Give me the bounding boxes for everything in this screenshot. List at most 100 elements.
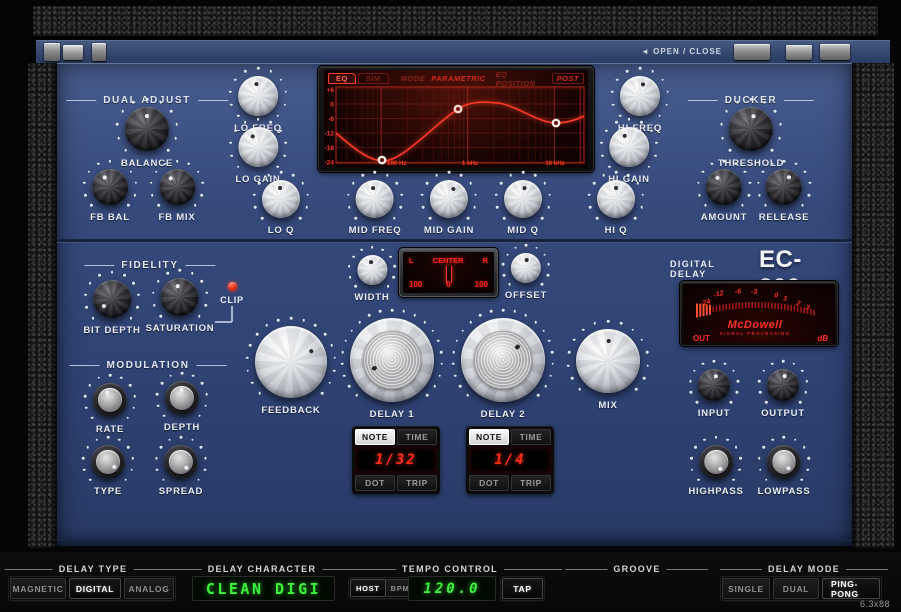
- rate-label: RATE: [96, 424, 124, 435]
- delay-type-analog[interactable]: ANALOG: [124, 578, 174, 599]
- latch-right-1[interactable]: [734, 44, 770, 60]
- vu-brand: McDowell: [728, 319, 783, 331]
- mid-freq-label: MID FREQ: [349, 225, 402, 236]
- highpass-knob-unit: HIGHPASS: [688, 445, 743, 497]
- eq-mode-label: MODE: [401, 74, 426, 83]
- type-label: TYPE: [94, 486, 122, 497]
- delay-type-magnetic[interactable]: MAGNETIC: [10, 578, 66, 599]
- mix-knob[interactable]: [576, 329, 640, 393]
- panel-bottom-seam: [57, 539, 852, 541]
- mid-gain-knob[interactable]: [430, 180, 468, 218]
- lowpass-knob[interactable]: [767, 445, 801, 479]
- fb-bal-knob-unit: FB BAL: [90, 169, 130, 223]
- amount-knob[interactable]: [706, 169, 742, 205]
- lowpass-label: LOWPASS: [758, 486, 811, 497]
- mid-q-knob[interactable]: [504, 180, 542, 218]
- highpass-knob[interactable]: [699, 445, 733, 479]
- offset-knob[interactable]: [511, 253, 541, 283]
- delay1-trip-button[interactable]: TRIP: [397, 475, 437, 491]
- output-knob-unit: OUTPUT: [761, 369, 805, 419]
- rate-knob[interactable]: [93, 383, 127, 417]
- delay1-value-display: 1/32: [355, 447, 437, 473]
- case-lid: [33, 6, 878, 36]
- output-knob[interactable]: [767, 369, 799, 401]
- eq-node-high[interactable]: [552, 119, 561, 128]
- svg-text:100 Hz: 100 Hz: [387, 160, 407, 167]
- vu-meter: -24 -12 -6 -3 0 1 2 3 McDowell SIGNAL PR…: [680, 281, 838, 346]
- amount-knob-unit: AMOUNT: [701, 169, 748, 223]
- mid-freq-knob-unit: MID FREQ: [349, 180, 402, 236]
- fb-mix-knob[interactable]: [159, 169, 195, 205]
- eq-mode-value[interactable]: PARAMETRIC: [431, 74, 485, 83]
- latch-right-3[interactable]: [820, 44, 850, 60]
- tempo-host-button[interactable]: HOST: [350, 579, 386, 597]
- offset-knob-unit: OFFSET: [505, 253, 547, 301]
- tab-sim[interactable]: SIM: [358, 73, 389, 84]
- lo-freq-knob[interactable]: [238, 76, 278, 116]
- pan-center-value: 0: [446, 280, 450, 289]
- hi-gain-knob[interactable]: [609, 127, 649, 167]
- clip-led: [228, 282, 237, 291]
- rate-knob-unit: RATE: [93, 383, 127, 435]
- delay-mode-dual[interactable]: DUAL: [773, 578, 819, 599]
- width-knob[interactable]: [357, 255, 387, 285]
- bit-depth-knob[interactable]: [93, 280, 131, 318]
- delay2-note-button[interactable]: NOTE: [469, 429, 509, 445]
- width-knob-unit: WIDTH: [354, 255, 389, 303]
- delay2-knob[interactable]: [461, 318, 545, 402]
- delay-character-title: DELAY CHARACTER: [176, 564, 349, 574]
- fb-bal-knob[interactable]: [92, 169, 128, 205]
- delay1-knob[interactable]: [350, 318, 434, 402]
- delay-mode-single[interactable]: SINGLE: [722, 578, 770, 599]
- bottom-bar: DELAY TYPE MAGNETIC DIGITAL ANALOG DELAY…: [0, 552, 901, 612]
- fb-mix-knob-unit: FB MIX: [159, 169, 196, 223]
- threshold-knob[interactable]: [729, 107, 773, 151]
- delay2-sync-module: NOTE TIME 1/4 DOT TRIP: [466, 426, 554, 494]
- fb-mix-label: FB MIX: [159, 212, 196, 223]
- pan-left-label: L: [409, 256, 414, 265]
- eq-node-low[interactable]: [378, 156, 387, 165]
- tab-eq[interactable]: EQ: [328, 73, 356, 84]
- delay1-note-button[interactable]: NOTE: [355, 429, 395, 445]
- delay-type-digital[interactable]: DIGITAL: [69, 578, 121, 599]
- tap-group: TAP: [500, 576, 545, 601]
- balance-knob[interactable]: [125, 107, 169, 151]
- latch-left-1: [44, 43, 60, 61]
- delay1-dot-button[interactable]: DOT: [355, 475, 395, 491]
- input-knob[interactable]: [698, 369, 730, 401]
- hi-freq-knob[interactable]: [620, 76, 660, 116]
- eq-position-value[interactable]: POST: [552, 73, 584, 84]
- hi-freq-knob-unit: HI FREQ: [618, 76, 662, 134]
- delay1-time-button[interactable]: TIME: [397, 429, 437, 445]
- delay-type-group: MAGNETIC DIGITAL ANALOG: [8, 576, 176, 601]
- mid-freq-knob[interactable]: [356, 180, 394, 218]
- plugin-window: ◄ OPEN / CLOSE DUAL ADJUST DUCKER FIDELI…: [0, 0, 901, 612]
- release-label: RELEASE: [759, 212, 809, 223]
- feedback-knob[interactable]: [255, 326, 327, 398]
- delay2-dot-button[interactable]: DOT: [469, 475, 509, 491]
- vu-out-label: OUT: [693, 334, 710, 343]
- delay-mode-pingpong[interactable]: PING-PONG: [822, 578, 880, 599]
- lo-gain-knob[interactable]: [238, 127, 278, 167]
- hi-q-knob[interactable]: [597, 180, 635, 218]
- open-close-handle[interactable]: ◄ OPEN / CLOSE: [641, 47, 722, 56]
- lo-freq-knob-unit: LO FREQ: [234, 76, 282, 134]
- hi-q-label: HI Q: [605, 225, 628, 236]
- threshold-knob-unit: THRESHOLD: [718, 107, 784, 169]
- type-knob[interactable]: [91, 445, 125, 479]
- latch-right-2[interactable]: [786, 45, 812, 60]
- release-knob-unit: RELEASE: [759, 169, 809, 223]
- lo-q-knob[interactable]: [262, 180, 300, 218]
- eq-node-mid[interactable]: [454, 105, 463, 114]
- saturation-knob[interactable]: [161, 278, 199, 316]
- delay2-time-button[interactable]: TIME: [511, 429, 551, 445]
- clip-connector-v: [231, 306, 233, 322]
- vu-brand-sub: SIGNAL PROCESSING: [720, 331, 791, 336]
- lo-gain-knob-unit: LO GAIN: [235, 127, 280, 185]
- spread-knob[interactable]: [164, 445, 198, 479]
- release-knob[interactable]: [766, 169, 802, 205]
- delay2-trip-button[interactable]: TRIP: [511, 475, 551, 491]
- depth-knob[interactable]: [165, 381, 199, 415]
- digital-delay-label: DIGITAL DELAY: [670, 259, 750, 279]
- tap-button[interactable]: TAP: [502, 578, 543, 599]
